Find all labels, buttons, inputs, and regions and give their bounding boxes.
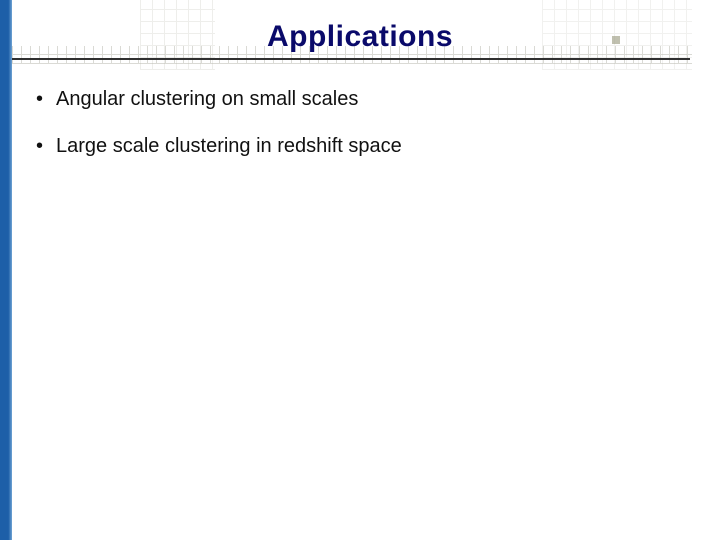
- bullet-list: Angular clustering on small scales Large…: [30, 86, 690, 160]
- slide-body: Angular clustering on small scales Large…: [30, 86, 690, 180]
- bullet-item: Large scale clustering in redshift space: [30, 133, 690, 160]
- slide-title: Applications: [0, 20, 720, 54]
- left-spine: [0, 0, 12, 540]
- bullet-item: Angular clustering on small scales: [30, 86, 690, 113]
- title-underline: [12, 58, 690, 60]
